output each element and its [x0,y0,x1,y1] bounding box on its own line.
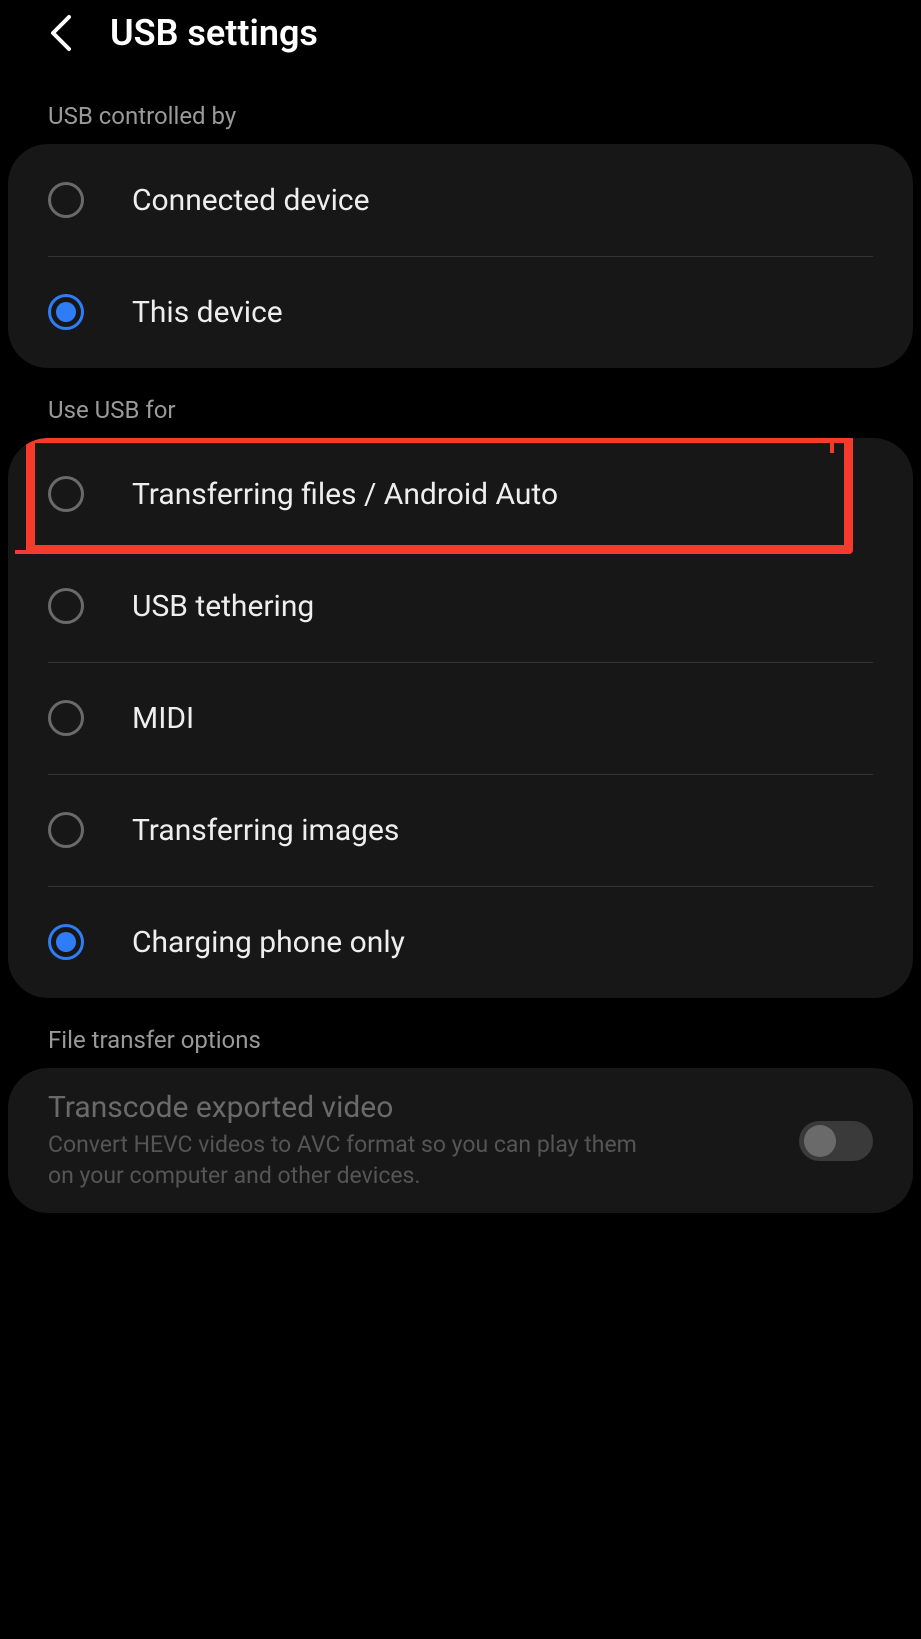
radio-icon [48,812,84,848]
radio-this-device[interactable]: This device [8,256,913,368]
section-label-controlled-by: USB controlled by [0,74,921,144]
card-file-transfer: Transcode exported video Convert HEVC vi… [8,1068,913,1213]
toggle-switch[interactable] [799,1121,873,1161]
radio-connected-device[interactable]: Connected device [8,144,913,256]
radio-label: Transferring files / Android Auto [132,477,558,512]
toggle-knob [804,1125,836,1157]
radio-label: Connected device [132,183,370,218]
radio-usb-tethering[interactable]: USB tethering [8,550,913,662]
radio-icon [48,924,84,960]
radio-label: This device [132,295,283,330]
radio-icon [48,476,84,512]
radio-label: USB tethering [132,589,314,624]
radio-transferring-files[interactable]: Transferring files / Android Auto [8,438,913,550]
radio-charging-only[interactable]: Charging phone only [8,886,913,998]
radio-midi[interactable]: MIDI [8,662,913,774]
card-use-for: Transferring files / Android Auto USB te… [8,438,913,998]
back-icon[interactable] [40,12,82,54]
radio-icon [48,294,84,330]
section-label-file-transfer: File transfer options [0,998,921,1068]
toggle-title: Transcode exported video [48,1090,779,1125]
radio-label: Transferring images [132,813,399,848]
section-label-use-for: Use USB for [0,368,921,438]
radio-transferring-images[interactable]: Transferring images [8,774,913,886]
radio-icon [48,182,84,218]
radio-label: MIDI [132,701,194,736]
toggle-transcode-video[interactable]: Transcode exported video Convert HEVC vi… [8,1068,913,1213]
card-controlled-by: Connected device This device [8,144,913,368]
toggle-text: Transcode exported video Convert HEVC vi… [48,1090,779,1191]
page-title: USB settings [110,12,318,54]
header: USB settings [0,0,921,74]
toggle-description: Convert HEVC videos to AVC format so you… [48,1129,648,1191]
radio-icon [48,588,84,624]
radio-icon [48,700,84,736]
radio-label: Charging phone only [132,925,405,960]
